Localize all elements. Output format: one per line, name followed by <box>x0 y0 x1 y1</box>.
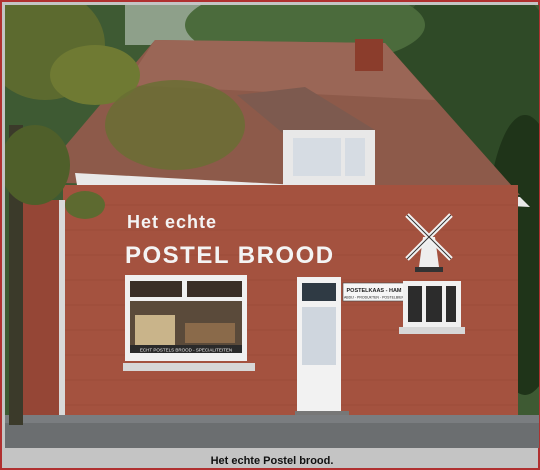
side-sign-line2: ABDIJ - PRODUKTEN - POSTELBIER <box>344 296 405 300</box>
photo: Het echte POSTEL BROOD ECHT POSTELS BROO… <box>5 5 539 448</box>
image-frame: Het echte POSTEL BROOD ECHT POSTELS BROO… <box>0 0 540 470</box>
window-sign: ECHT POSTELS BROOD - SPECIALITEITEN <box>140 348 232 353</box>
image-caption: Het echte Postel brood. <box>210 455 334 467</box>
side-sign-line1: POSTELKAAS - HAM <box>347 288 402 294</box>
facade-text-line1: Het echte <box>127 212 217 232</box>
facade-text-line2: POSTEL BROOD <box>125 242 335 269</box>
